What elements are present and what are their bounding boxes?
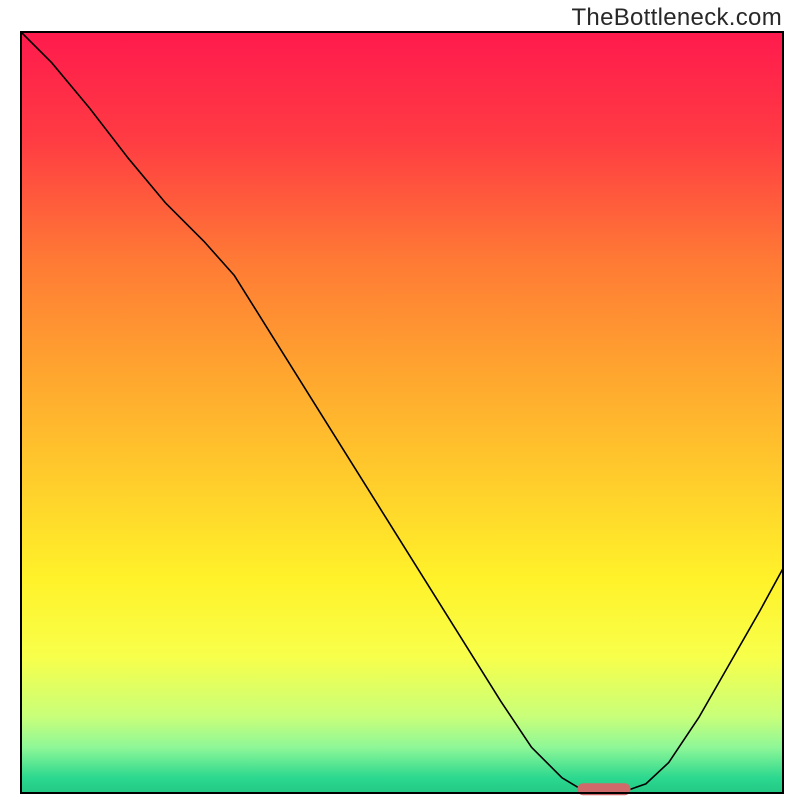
bottleneck-chart [0, 0, 800, 800]
plot-background [21, 32, 783, 793]
